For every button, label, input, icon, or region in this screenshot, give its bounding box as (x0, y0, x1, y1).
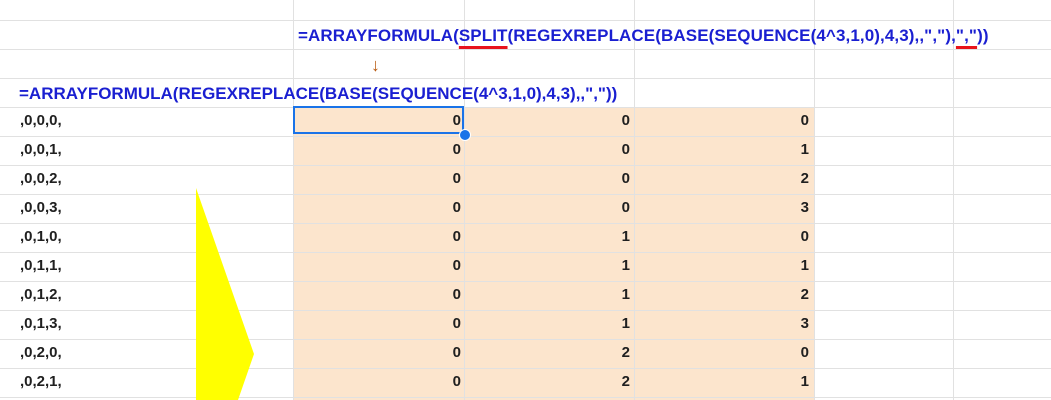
cell-split-2[interactable]: 0 (590, 112, 630, 129)
table-row: ,0,1,1, 0 1 1 (0, 252, 1051, 281)
cell-split-3[interactable]: 1 (769, 257, 809, 274)
cell-split-3[interactable]: 3 (769, 315, 809, 332)
cell-split-1[interactable]: 0 (421, 373, 461, 390)
cell-split-1[interactable]: 0 (421, 344, 461, 361)
cell-split-1[interactable]: 0 (421, 286, 461, 303)
cell-col-a[interactable]: ,0,1,0, (20, 228, 62, 245)
cell-split-2[interactable]: 2 (590, 344, 630, 361)
formula-middle: (REGEXREPLACE(BASE(SEQUENCE(4^3,1,0),4,3… (507, 26, 956, 45)
down-arrow-icon: ↓ (371, 55, 380, 75)
cell-split-1[interactable]: 0 (421, 228, 461, 245)
cell-split-1[interactable]: 0 (421, 257, 461, 274)
table-row: ,0,0,2, 0 0 2 (0, 165, 1051, 194)
cell-split-2[interactable]: 1 (590, 257, 630, 274)
cell-split-2[interactable]: 0 (590, 199, 630, 216)
cell-col-a[interactable]: ,0,0,0, (20, 112, 62, 129)
cell-col-a[interactable]: ,0,0,1, (20, 141, 62, 158)
split-function-underlined: SPLIT (458, 26, 508, 45)
cell-split-3[interactable]: 1 (769, 141, 809, 158)
gridline (0, 20, 1051, 21)
cell-split-2[interactable]: 0 (590, 170, 630, 187)
cell-split-3[interactable]: 3 (769, 199, 809, 216)
cell-split-1[interactable]: 0 (421, 170, 461, 187)
cell-col-a[interactable]: ,0,1,3, (20, 315, 62, 332)
table-row: ,0,2,1, 0 2 1 (0, 368, 1051, 397)
cell-col-a[interactable]: ,0,0,2, (20, 170, 62, 187)
fill-handle[interactable] (459, 129, 471, 141)
cell-split-3[interactable]: 2 (769, 170, 809, 187)
cell-split-2[interactable]: 0 (590, 141, 630, 158)
cell-split-2[interactable]: 1 (590, 315, 630, 332)
cell-col-a[interactable]: ,0,2,1, (20, 373, 62, 390)
gridline (0, 49, 1051, 50)
yellow-arrow-icon (196, 188, 254, 400)
cell-split-2[interactable]: 1 (590, 228, 630, 245)
cell-split-3[interactable]: 0 (769, 344, 809, 361)
cell-col-a[interactable]: ,0,1,1, (20, 257, 62, 274)
table-row: ,0,1,2, 0 1 2 (0, 281, 1051, 310)
split-formula-text[interactable]: =ARRAYFORMULA(SPLIT(REGEXREPLACE(BASE(SE… (298, 26, 989, 46)
formula-suffix: )) (977, 26, 989, 45)
table-row: ,0,0,3, 0 0 3 (0, 194, 1051, 223)
split-delimiter-underlined: "," (955, 26, 978, 45)
active-cell-selection[interactable] (293, 106, 464, 134)
gridline (0, 397, 1051, 398)
table-row: ,0,0,0, 0 0 0 (0, 107, 1051, 136)
cell-col-a[interactable]: ,0,1,2, (20, 286, 62, 303)
cell-split-1[interactable]: 0 (421, 141, 461, 158)
formula-prefix: =ARRAYFORMULA( (298, 26, 459, 45)
cell-split-1[interactable]: 0 (421, 315, 461, 332)
cell-split-3[interactable]: 0 (769, 228, 809, 245)
table-row: ,0,2,0, 0 2 0 (0, 339, 1051, 368)
cell-split-2[interactable]: 2 (590, 373, 630, 390)
table-row: ,0,1,3, 0 1 3 (0, 310, 1051, 339)
cell-split-3[interactable]: 2 (769, 286, 809, 303)
regexreplace-formula-text[interactable]: =ARRAYFORMULA(REGEXREPLACE(BASE(SEQUENCE… (19, 84, 617, 104)
cell-col-a[interactable]: ,0,0,3, (20, 199, 62, 216)
cell-split-1[interactable]: 0 (421, 199, 461, 216)
cell-col-a[interactable]: ,0,2,0, (20, 344, 62, 361)
table-row: ,0,1,0, 0 1 0 (0, 223, 1051, 252)
table-row: ,0,0,1, 0 0 1 (0, 136, 1051, 165)
cell-split-2[interactable]: 1 (590, 286, 630, 303)
cell-split-3[interactable]: 1 (769, 373, 809, 390)
cell-split-3[interactable]: 0 (769, 112, 809, 129)
gridline (0, 78, 1051, 79)
